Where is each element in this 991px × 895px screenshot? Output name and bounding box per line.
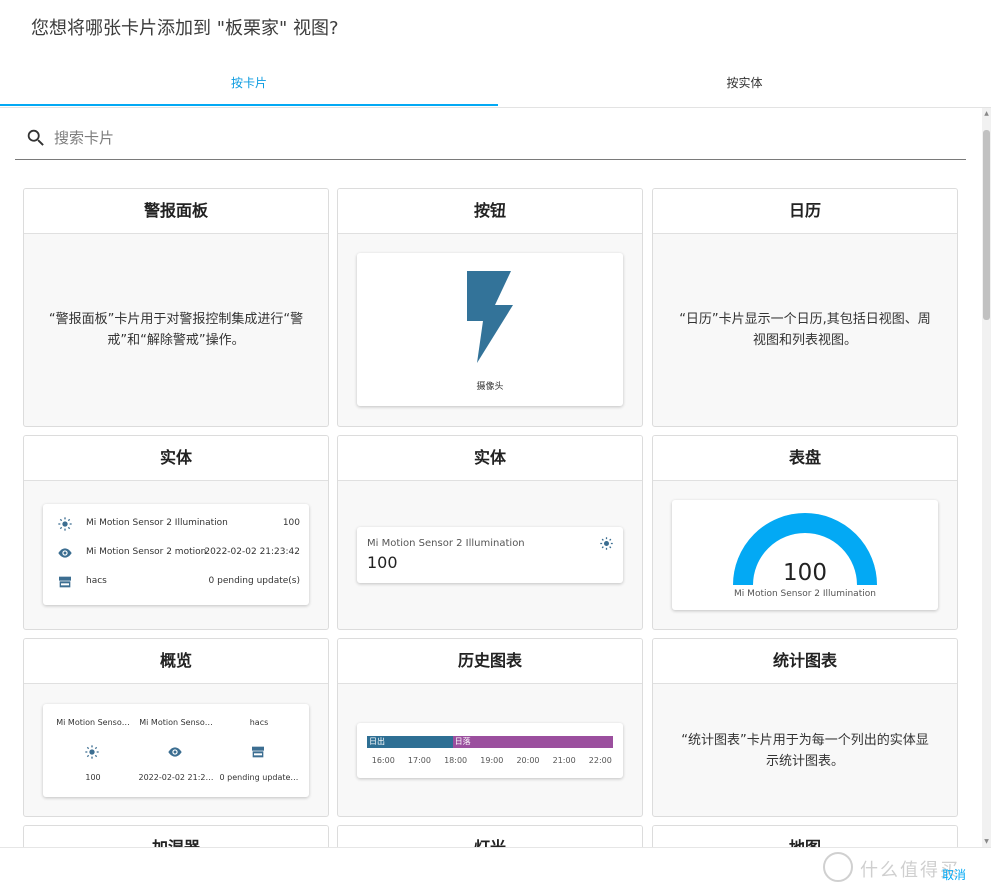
gauge-value: 100 [783,560,827,586]
card-title: 表盘 [653,436,957,481]
card-glance[interactable]: 概览 Mi Motion Senso… 100 Mi Motion Senso…… [23,638,329,817]
dialog-footer: 什么值得买 取消 [0,847,991,895]
card-title: 历史图表 [338,639,642,684]
card-description: “日历”卡片显示一个日历,其包括日视图、周视图和列表视图。 [679,312,931,348]
history-tick-label: 19:00 [480,756,504,765]
glance-value: 2022-02-02 21:2… [138,773,214,782]
history-segment-label: 日落 [454,737,471,746]
card-history-graph[interactable]: 历史图表 日出 日落 16:00 17:00 18:00 19:00 20:00 21:00… [337,638,643,817]
flash-icon [467,271,513,363]
history-timeline: 日出 日落 [367,736,613,748]
card-title: 概览 [24,639,328,684]
entity-row: Mi Motion Sensor 2 motion 2022-02-02 21:… [43,543,309,563]
search-icon [27,129,44,146]
dialog-title: 您想将哪张卡片添加到 "板栗家" 视图? [31,18,339,39]
tab-by-entity[interactable]: 按实体 [498,62,991,106]
entity-value: 2022-02-02 21:23:42 [204,547,300,557]
brightness-icon [600,537,613,550]
history-tick-label: 17:00 [407,756,431,765]
card-button[interactable]: 按钮 摄像头 [337,188,643,427]
eye-icon [58,548,72,558]
watermark-logo-icon [823,852,853,882]
gauge-preview: 100 Mi Motion Sensor 2 Illumination [672,500,938,610]
button-preview: 摄像头 [357,253,623,406]
search-field[interactable] [15,118,966,160]
history-segment: 日落 [452,736,613,748]
card-title: 日历 [653,189,957,234]
entity-value: 100 [282,518,300,528]
entity-name: Mi Motion Sensor 2 Illumination [86,518,228,528]
entity-preview: Mi Motion Sensor 2 Illumination 100 [357,527,623,583]
brightness-icon [85,745,99,759]
tab-indicator [0,104,498,106]
history-segment-label: 日出 [369,737,385,746]
entity-name: Mi Motion Sensor 2 motion [86,547,207,557]
card-title: 按钮 [338,189,642,234]
cancel-button[interactable]: 取消 [942,866,966,883]
card-title: 统计图表 [653,639,957,684]
card-gauge[interactable]: 表盘 100 Mi Motion Sensor 2 Illumination [652,435,958,630]
gauge-name: Mi Motion Sensor 2 Illumination [734,589,876,599]
card-entities[interactable]: 实体 Mi Motion Sensor 2 Illumination 100 M… [23,435,329,630]
card-description: “统计图表”卡片用于为每一个列出的实体显示统计图表。 [681,733,929,769]
hacs-icon [252,746,264,758]
tab-by-card[interactable]: 按卡片 [0,62,498,106]
card-title: 警报面板 [24,189,328,234]
card-entity[interactable]: 实体 Mi Motion Sensor 2 Illumination 100 [337,435,643,630]
tab-bar: 按卡片 按实体 [0,62,991,108]
button-label: 摄像头 [476,382,504,392]
scroll-down-arrow-icon[interactable]: ▼ [983,838,990,846]
entity-name: hacs [86,576,107,586]
glance-preview: Mi Motion Senso… 100 Mi Motion Senso… 20… [43,704,309,797]
entities-preview: Mi Motion Sensor 2 Illumination 100 Mi M… [43,504,309,605]
scrollbar[interactable]: ▲ ▼ [982,108,991,848]
glance-value: 100 [85,773,101,782]
card-description: “警报面板”卡片用于对警报控制集成进行“警戒”和“解除警戒”操作。 [48,312,304,348]
scroll-thumb[interactable] [983,130,990,320]
glance-name: Mi Motion Senso… [56,718,130,727]
history-tick-label: 16:00 [371,756,395,765]
add-card-dialog: 您想将哪张卡片添加到 "板栗家" 视图? 按卡片 按实体 警报面板 “警报面板”… [0,0,991,895]
history-segment: 日出 [367,736,453,748]
card-title: 实体 [338,436,642,481]
card-title: 实体 [24,436,328,481]
eye-icon [168,747,182,757]
glance-value: 0 pending update… [219,773,299,782]
glance-name: Mi Motion Senso… [139,718,213,727]
card-statistics-graph[interactable]: 统计图表 “统计图表”卡片用于为每一个列出的实体显示统计图表。 [652,638,958,817]
entity-row: Mi Motion Sensor 2 Illumination 100 [43,514,309,534]
history-preview: 日出 日落 16:00 17:00 18:00 19:00 20:00 21:00 22:00 [357,723,623,778]
history-axis: 16:00 17:00 18:00 19:00 20:00 21:00 22:00 [367,756,613,768]
card-alarm-panel[interactable]: 警报面板 “警报面板”卡片用于对警报控制集成进行“警戒”和“解除警戒”操作。 [23,188,329,427]
entity-state: 100 [367,553,398,572]
entity-value: 0 pending update(s) [208,576,300,586]
history-tick-label: 18:00 [444,756,468,765]
entity-row: hacs 0 pending update(s) [43,572,309,592]
entity-name: Mi Motion Sensor 2 Illumination [367,538,525,549]
history-tick-label: 22:00 [588,756,612,765]
hacs-icon [59,576,71,588]
brightness-icon [58,517,72,531]
history-tick-label: 20:00 [516,756,540,765]
history-tick-label: 21:00 [552,756,576,765]
search-input[interactable] [54,126,934,150]
scroll-up-arrow-icon[interactable]: ▲ [983,110,990,118]
glance-name: hacs [249,718,269,727]
card-calendar[interactable]: 日历 “日历”卡片显示一个日历,其包括日视图、周视图和列表视图。 [652,188,958,427]
